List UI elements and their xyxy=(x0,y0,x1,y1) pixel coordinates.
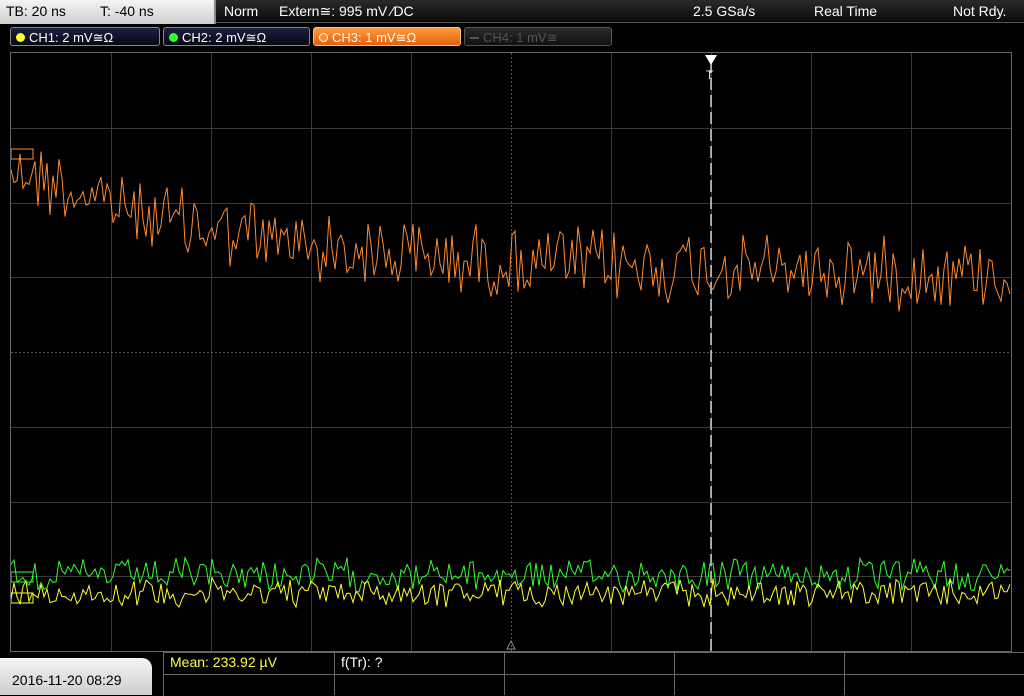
trigger-source-label: Extern≅: 995 mV ⁄DC xyxy=(279,3,414,19)
measurement-cell xyxy=(504,674,675,695)
channel-1-chip[interactable]: CH1: 2 mV≅Ω xyxy=(10,27,160,46)
bottom-bar: 2016-11-20 08:29 Mean: 233.92 µV f(Tr): … xyxy=(0,652,1024,696)
channel-3-offset-marker[interactable] xyxy=(11,148,34,160)
channel-2-dot-icon xyxy=(169,33,178,42)
measurement-cell xyxy=(674,653,845,675)
timebase-panel[interactable]: TB: 20 ns T: -40 ns xyxy=(0,0,216,24)
channel-3-dot-icon xyxy=(319,33,328,42)
measurement-cell xyxy=(674,674,845,695)
acquisition-panel[interactable]: Norm Extern≅: 995 mV ⁄DC 2.5 GSa/s Real … xyxy=(216,0,1024,23)
mean-measurement: Mean: 233.92 µV xyxy=(170,654,277,670)
timebase-label: TB: 20 ns xyxy=(6,3,66,19)
waveform-grid: T xyxy=(11,53,1011,651)
datetime-box: 2016-11-20 08:29 xyxy=(0,658,152,695)
status-bar: TB: 20 ns T: -40 ns Norm Extern≅: 995 mV… xyxy=(0,0,1024,24)
measurement-cell xyxy=(844,653,1024,675)
measurement-cell xyxy=(504,653,675,675)
channel-4-label: CH4: 1 mV≅ xyxy=(483,30,558,45)
trigger-marker-icon[interactable] xyxy=(705,55,717,65)
trigger-mode-label: Norm xyxy=(224,3,259,19)
measurement-cell xyxy=(334,674,505,695)
channel-4-chip[interactable]: CH4: 1 mV≅ xyxy=(464,27,612,46)
measurement-panel[interactable]: Mean: 233.92 µV f(Tr): ? xyxy=(163,652,1024,696)
acquisition-mode-label: Real Time xyxy=(814,3,878,19)
sample-rate-label: 2.5 GSa/s xyxy=(693,3,756,19)
trigger-frequency-measurement: f(Tr): ? xyxy=(341,654,383,670)
channel-bar: CH1: 2 mV≅Ω CH2: 2 mV≅Ω CH3: 1 mV≅Ω CH4:… xyxy=(0,24,1024,50)
channel-1-label: CH1: 2 mV≅Ω xyxy=(29,30,114,45)
channel-3-label: CH3: 1 mV≅Ω xyxy=(332,30,417,45)
channel-1-trace xyxy=(11,575,1011,609)
channel-3-trace xyxy=(11,151,1011,312)
channel-3-chip[interactable]: CH3: 1 mV≅Ω xyxy=(313,27,461,46)
channel-1-dot-icon xyxy=(16,33,25,42)
waveform-display[interactable]: T xyxy=(10,52,1012,652)
datetime-label: 2016-11-20 08:29 xyxy=(12,672,122,688)
channel-2-label: CH2: 2 mV≅Ω xyxy=(182,30,267,45)
status-label: Not Rdy. xyxy=(953,3,1007,19)
trigger-marker-label: T xyxy=(706,68,714,82)
measurement-cell xyxy=(164,674,335,695)
channel-2-chip[interactable]: CH2: 2 mV≅Ω xyxy=(163,27,310,46)
trigger-time-label: T: -40 ns xyxy=(100,3,154,19)
channel-4-dot-icon xyxy=(470,37,479,39)
